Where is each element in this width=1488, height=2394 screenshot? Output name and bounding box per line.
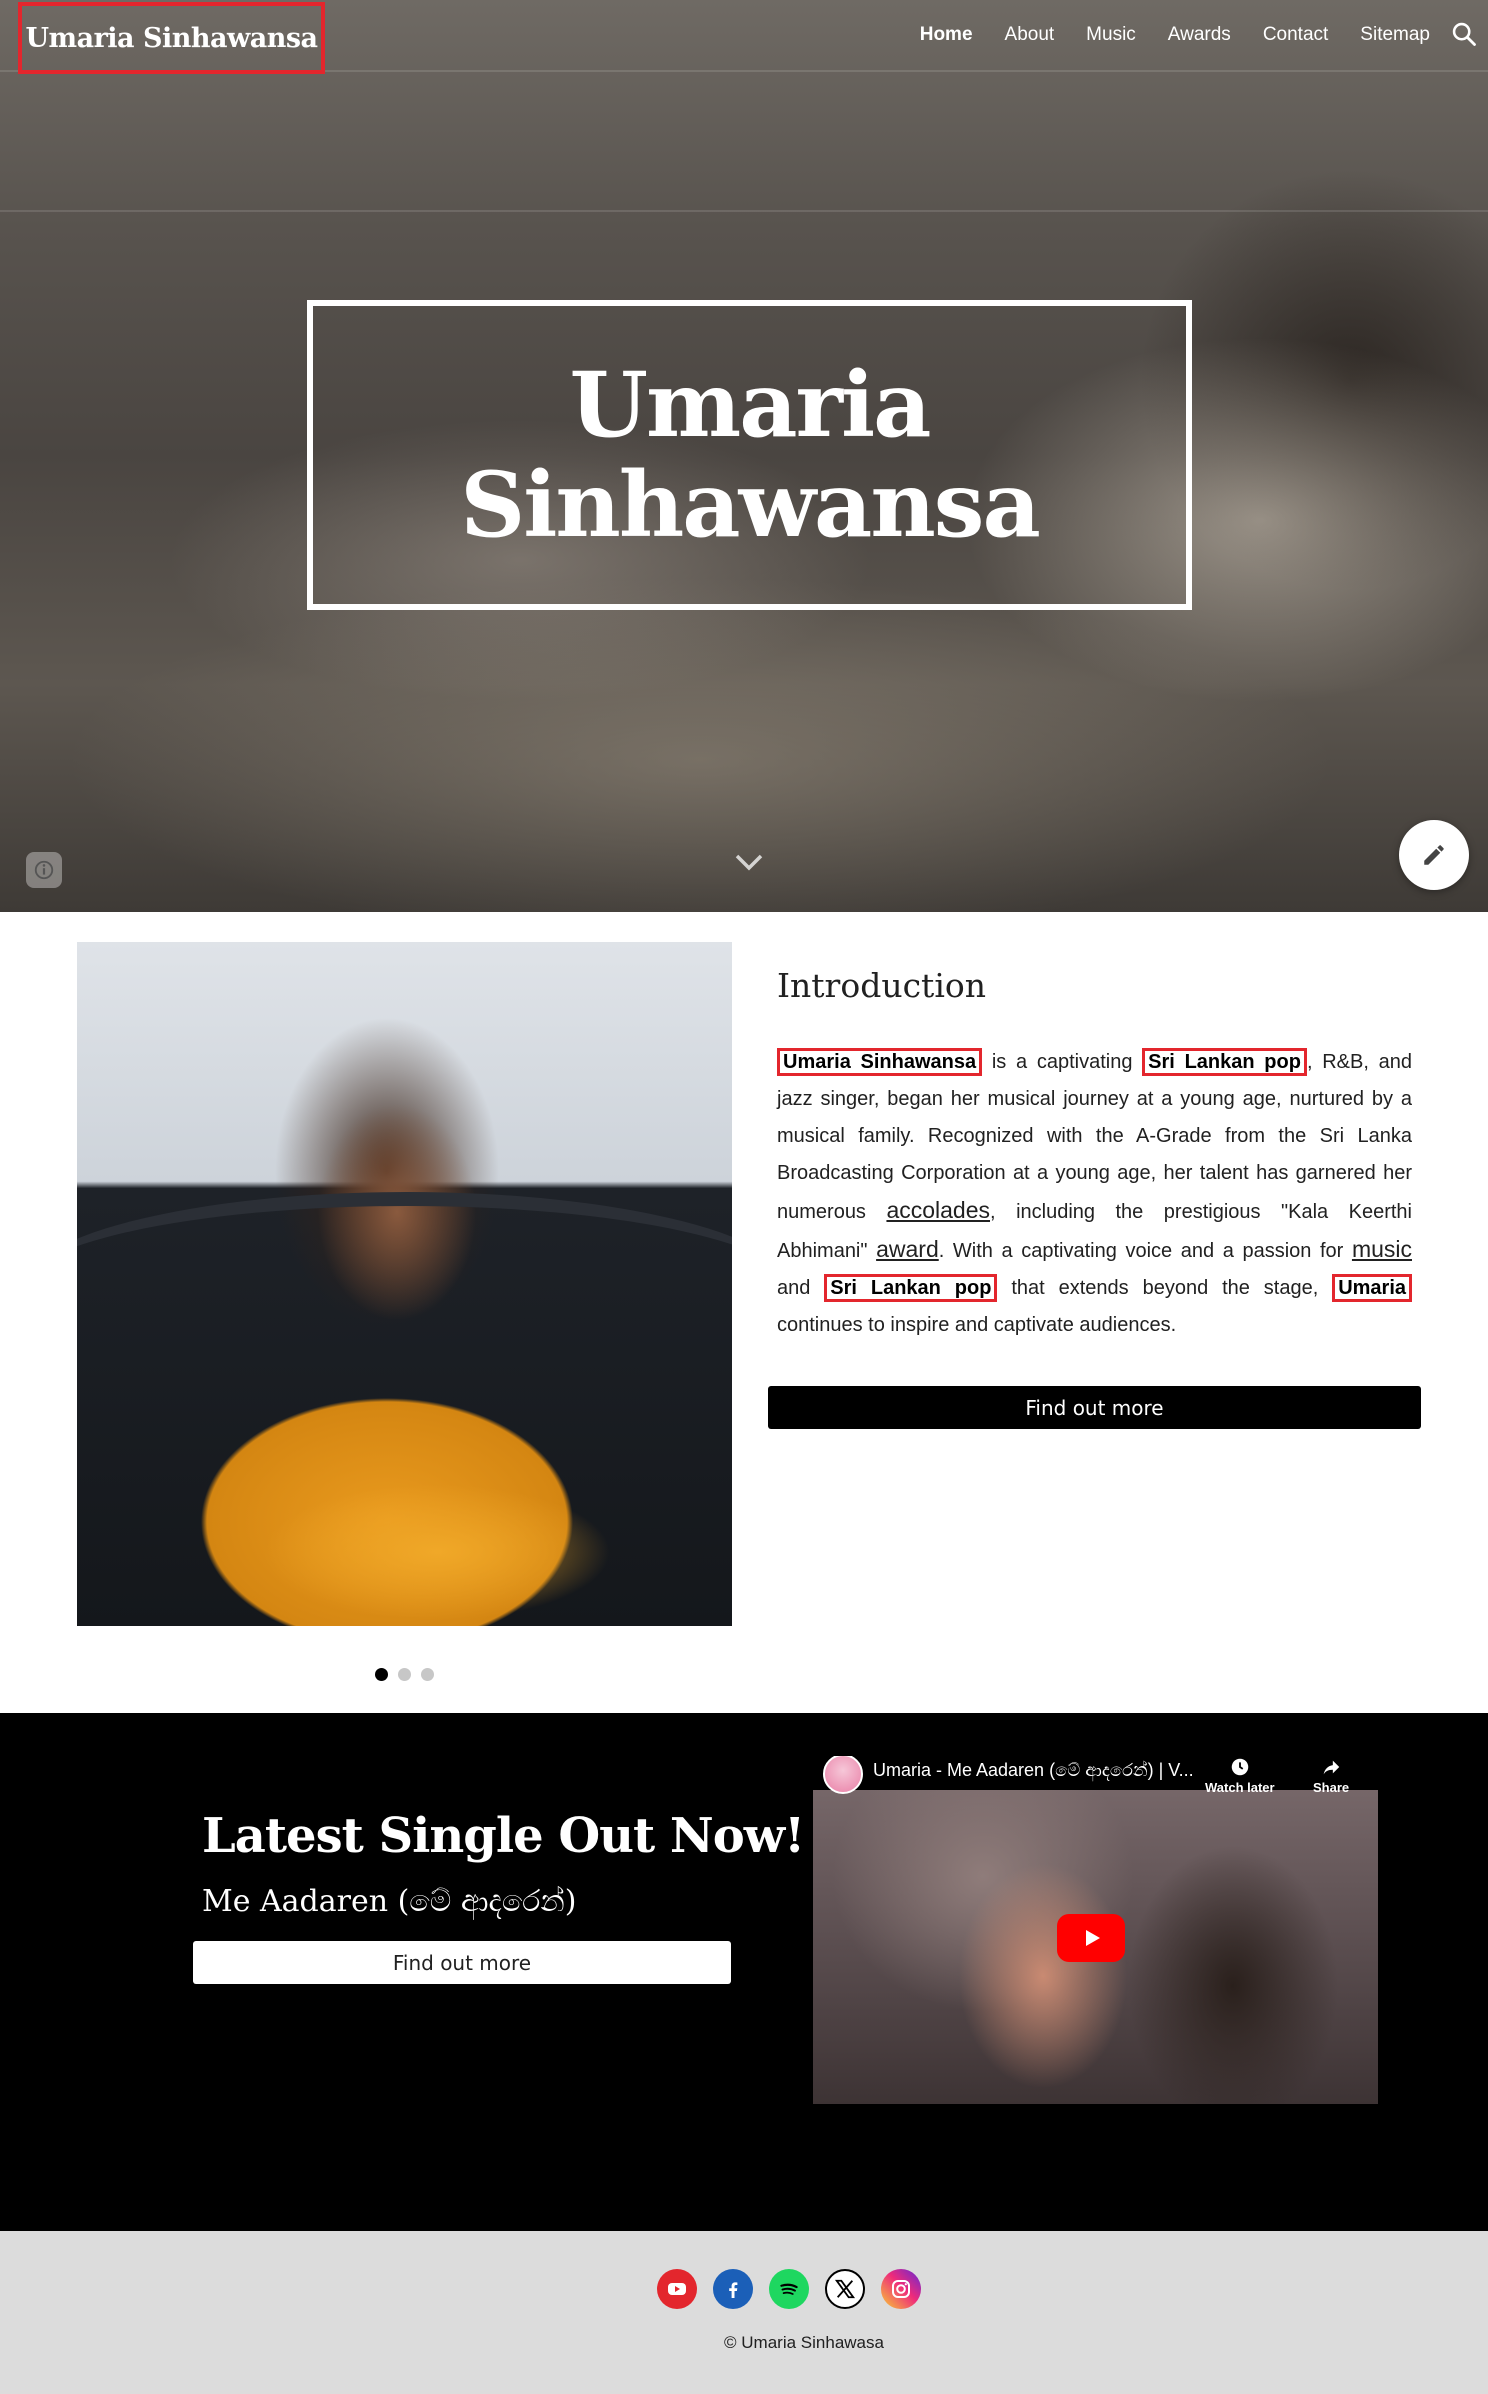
video-title[interactable]: Umaria - Me Aadaren (මේ ආදරෙන්) | V... xyxy=(873,1760,1194,1781)
hero-title-line: Sinhawansa xyxy=(460,452,1041,558)
intro-text-segment: that extends beyond the stage, xyxy=(997,1277,1333,1299)
nav-contact[interactable]: Contact xyxy=(1263,24,1328,46)
hero-bg-detail xyxy=(0,210,1488,212)
nav-home[interactable]: Home xyxy=(920,24,973,46)
hero-title-line: Umaria xyxy=(569,352,932,458)
accolades-link[interactable]: accolades xyxy=(886,1197,990,1223)
social-links xyxy=(657,2269,921,2309)
info-icon[interactable] xyxy=(26,852,62,888)
spotify-icon[interactable] xyxy=(769,2269,809,2309)
x-icon[interactable] xyxy=(825,2269,865,2309)
carousel-dot[interactable] xyxy=(421,1668,434,1681)
image-detail xyxy=(77,1192,732,1392)
site-name: Umaria Sinhawansa xyxy=(25,22,318,54)
clock-icon xyxy=(1231,1758,1249,1776)
highlighted-term: Umaria xyxy=(1332,1274,1412,1302)
hero-banner: Umaria Sinhawansa Home About Music Award… xyxy=(0,0,1488,912)
music-link[interactable]: music xyxy=(1352,1236,1412,1262)
intro-heading: Introduction xyxy=(777,966,986,1005)
share-label: Share xyxy=(1313,1780,1350,1795)
nav-about[interactable]: About xyxy=(1005,24,1055,46)
highlighted-term: Sri Lankan pop xyxy=(824,1274,998,1302)
pencil-icon xyxy=(1424,845,1444,865)
highlighted-term: Umaria Sinhawansa xyxy=(777,1048,983,1076)
nav-music[interactable]: Music xyxy=(1086,24,1136,46)
intro-text-segment: , R&B, and jazz singer, began her musica… xyxy=(777,1051,1412,1223)
youtube-embed[interactable]: Umaria - Me Aadaren (මේ ආදරෙන්) | V... W… xyxy=(813,1756,1378,2104)
intro-paragraph: Umaria Sinhawansa is a captivating Sri L… xyxy=(777,1044,1412,1344)
share-button[interactable]: Share xyxy=(1313,1756,1349,1795)
play-button[interactable] xyxy=(1057,1914,1125,1962)
single-subheading: Me Aadaren (මේ ආදරෙන්) xyxy=(202,1884,577,1919)
intro-text-segment: continues to inspire and captivate audie… xyxy=(777,1314,1177,1336)
intro-text-segment: . With a captivating voice and a passion… xyxy=(938,1240,1352,1262)
carousel-dot[interactable] xyxy=(398,1668,411,1681)
hero-title: Umaria Sinhawansa xyxy=(460,352,1041,558)
hero-title-box: Umaria Sinhawansa xyxy=(307,300,1192,610)
chevron-down-icon[interactable] xyxy=(733,850,765,874)
edit-button[interactable] xyxy=(1399,820,1469,890)
share-icon xyxy=(1323,1760,1340,1775)
main-nav: Home About Music Awards Contact Sitemap xyxy=(888,24,1430,46)
youtube-icon[interactable] xyxy=(657,2269,697,2309)
highlighted-term: Sri Lankan pop xyxy=(1142,1048,1307,1076)
single-heading: Latest Single Out Now! xyxy=(202,1808,805,1864)
intro-text-segment: and xyxy=(777,1277,825,1299)
nav-awards[interactable]: Awards xyxy=(1168,24,1231,46)
play-icon xyxy=(1086,1930,1100,1946)
copyright: © Umaria Sinhawasa xyxy=(724,2333,884,2352)
site-name-link[interactable]: Umaria Sinhawansa xyxy=(18,2,325,74)
intro-find-out-more-button[interactable]: Find out more xyxy=(768,1386,1421,1429)
facebook-icon[interactable] xyxy=(713,2269,753,2309)
watch-later-label: Watch later xyxy=(1205,1780,1275,1795)
carousel-dots xyxy=(375,1668,434,1681)
watch-later-button[interactable]: Watch later xyxy=(1205,1756,1275,1795)
intro-text-segment: is a captivating xyxy=(982,1051,1143,1073)
award-link[interactable]: award xyxy=(876,1236,939,1262)
instagram-icon[interactable] xyxy=(881,2269,921,2309)
footer xyxy=(0,2231,1488,2394)
search-icon[interactable] xyxy=(1450,20,1478,48)
single-find-out-more-button[interactable]: Find out more xyxy=(193,1941,731,1984)
nav-sitemap[interactable]: Sitemap xyxy=(1360,24,1430,46)
carousel-dot[interactable] xyxy=(375,1668,388,1681)
intro-carousel-image[interactable] xyxy=(77,942,732,1626)
